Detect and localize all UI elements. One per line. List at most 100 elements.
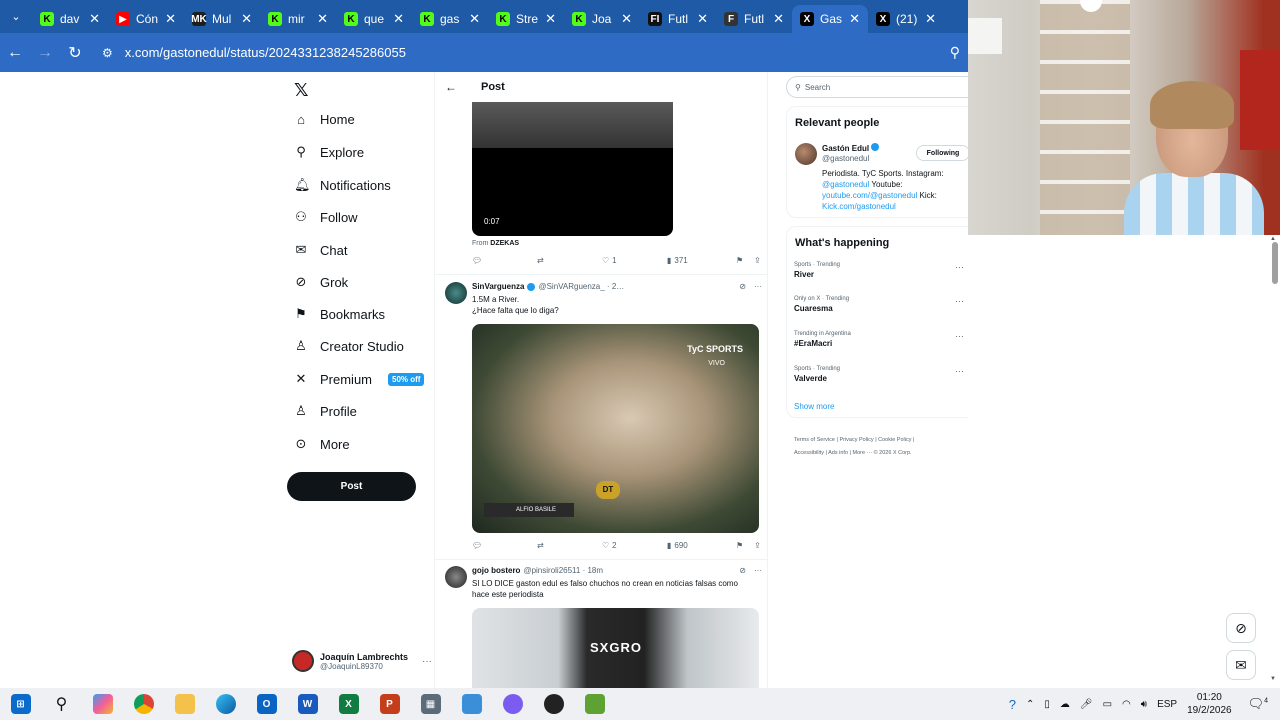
forward-arrow-icon[interactable]: →	[30, 44, 60, 62]
obs-icon[interactable]	[533, 688, 574, 720]
views-button[interactable]: ▮ 371	[667, 256, 736, 265]
tweet-image[interactable]: TyC SPORTS VIVO DT ALFIO BASILE	[472, 324, 759, 533]
nav-item-profile[interactable]: ♙ Profile	[294, 403, 357, 419]
avatar[interactable]	[795, 143, 817, 165]
wifi-icon[interactable]: ◠	[1122, 699, 1131, 710]
copilot-icon[interactable]	[82, 688, 123, 720]
browser-tab[interactable]: X (21) ✕	[868, 5, 944, 33]
photos-icon[interactable]	[451, 688, 492, 720]
file-explorer-icon[interactable]	[164, 688, 205, 720]
minecraft-icon[interactable]	[574, 688, 615, 720]
bookmark-icon[interactable]: ⚑	[736, 256, 754, 265]
scrollbar-thumb[interactable]	[1272, 242, 1278, 284]
trend-item[interactable]: Only on X · Trending Cuaresma ···	[794, 296, 964, 313]
search-input[interactable]: ⚲ Search	[786, 76, 968, 98]
close-icon[interactable]: ✕	[849, 11, 860, 27]
more-dots-icon[interactable]: ···	[955, 262, 964, 272]
more-dots-icon[interactable]: ···	[955, 296, 964, 306]
notification-icon[interactable]: 🗨︎4	[1248, 696, 1268, 712]
avatar[interactable]	[445, 282, 467, 304]
account-switcher[interactable]: Joaquín Lambrechts @JoaquinL89370 ···	[292, 650, 432, 672]
back-arrow-icon[interactable]: ←	[0, 44, 30, 62]
trend-item[interactable]: Sports · Trending Valverde ···	[794, 366, 964, 383]
trend-item[interactable]: Trending in Argentina #EraMacri ···	[794, 331, 964, 348]
nav-item-notifications[interactable]: 🔔︎ Notifications	[294, 177, 391, 193]
bio-link[interactable]: @gastonedul	[822, 180, 869, 189]
close-icon[interactable]: ✕	[393, 11, 404, 27]
person-name[interactable]: Gastón Edul	[822, 143, 880, 153]
nav-item-premium[interactable]: ✕ Premium 50% off	[294, 371, 425, 387]
person-handle[interactable]: @gastonedul	[822, 154, 869, 163]
share-icon[interactable]: ⇪	[754, 256, 761, 265]
like-button[interactable]: ♡ 2	[602, 541, 667, 550]
close-icon[interactable]: ✕	[925, 11, 936, 27]
following-button[interactable]: Following	[916, 145, 968, 161]
edge-icon[interactable]	[205, 688, 246, 720]
post-button[interactable]: Post	[287, 472, 416, 501]
discord-icon[interactable]	[492, 688, 533, 720]
excel-icon[interactable]: X	[328, 688, 369, 720]
avatar[interactable]	[445, 566, 467, 588]
reload-icon[interactable]: ↻	[60, 43, 90, 63]
calculator-icon[interactable]: ▦	[410, 688, 451, 720]
browser-tab[interactable]: X Gas ✕	[792, 5, 868, 33]
browser-tab[interactable]: K Stre ✕	[488, 5, 564, 33]
browser-tab[interactable]: F Futl ✕	[716, 5, 792, 33]
nav-item-explore[interactable]: ⚲ Explore	[294, 144, 364, 160]
outlook-icon[interactable]: O	[246, 688, 287, 720]
grok-float-button[interactable]: ⊘	[1226, 613, 1256, 643]
nav-item-home[interactable]: ⌂ Home	[294, 112, 355, 127]
reply-icon[interactable]: 💬︎	[472, 256, 537, 265]
browser-tab[interactable]: ▶ Cón ✕	[108, 5, 184, 33]
more-dots-icon[interactable]: ···	[754, 282, 762, 291]
nav-item-chat[interactable]: ✉ Chat	[294, 242, 348, 258]
grok-icon[interactable]: ⊘	[739, 566, 746, 575]
close-icon[interactable]: ✕	[545, 11, 556, 27]
show-more-link[interactable]: Show more	[794, 402, 834, 411]
retweet-icon[interactable]: ⇄	[537, 541, 602, 550]
zoom-icon[interactable]: ⚲	[950, 44, 960, 61]
site-info-icon[interactable]: ⚙	[102, 46, 113, 60]
bio-link[interactable]: youtube.com/@gastonedul	[822, 191, 917, 200]
more-dots-icon[interactable]: ···	[422, 656, 432, 667]
device-icon[interactable]: ▯	[1044, 699, 1050, 710]
language-indicator[interactable]: ESP	[1157, 699, 1177, 710]
close-icon[interactable]: ✕	[469, 11, 480, 27]
nav-item-more[interactable]: ⊙ More	[294, 436, 350, 452]
powerpoint-icon[interactable]: P	[369, 688, 410, 720]
bio-link[interactable]: Kick.com/gastonedul	[822, 202, 896, 211]
footer-line[interactable]: Terms of Service | Privacy Policy | Cook…	[794, 434, 964, 447]
close-icon[interactable]: ✕	[621, 11, 632, 27]
mic-icon[interactable]: 🎤︎	[1080, 699, 1093, 710]
bookmark-icon[interactable]: ⚑	[736, 541, 754, 550]
close-icon[interactable]: ✕	[773, 11, 784, 27]
like-button[interactable]: ♡ 1	[602, 256, 667, 265]
help-icon[interactable]: ?	[1009, 697, 1016, 712]
close-icon[interactable]: ✕	[241, 11, 252, 27]
word-icon[interactable]: W	[287, 688, 328, 720]
close-icon[interactable]: ✕	[317, 11, 328, 27]
retweet-icon[interactable]: ⇄	[537, 256, 602, 265]
tweet-image[interactable]: SXGRO	[472, 608, 759, 688]
search-icon[interactable]: ⚲	[41, 688, 82, 720]
footer-line[interactable]: Accessibility | Ads info | More ··· © 20…	[794, 447, 964, 460]
more-dots-icon[interactable]: ···	[754, 566, 762, 575]
nav-item-creator-studio[interactable]: ♙ Creator Studio	[294, 338, 404, 354]
back-arrow-icon[interactable]: ←	[445, 80, 457, 94]
url-text[interactable]: x.com/gastonedul/status/2024331238245286…	[125, 45, 406, 60]
x-logo-icon[interactable]: 𝕏	[294, 80, 309, 101]
grok-icon[interactable]: ⊘	[739, 282, 746, 291]
more-dots-icon[interactable]: ···	[955, 366, 964, 376]
tweet-author-handle[interactable]: @SinVARguenza_ · 2…	[538, 282, 624, 291]
tab-list-dropdown-icon[interactable]: ⌄	[0, 0, 32, 33]
views-button[interactable]: ▮ 690	[667, 541, 736, 550]
nav-item-grok[interactable]: ⊘ Grok	[294, 274, 349, 290]
chrome-icon[interactable]	[123, 688, 164, 720]
browser-tab[interactable]: MK Mul ✕	[184, 5, 260, 33]
tweet-author-handle[interactable]: @pinsiroli26511 · 18m	[523, 566, 603, 575]
close-icon[interactable]: ✕	[697, 11, 708, 27]
nav-item-follow[interactable]: ⚇ Follow	[294, 209, 357, 225]
close-icon[interactable]: ✕	[89, 11, 100, 27]
clock[interactable]: 01:20 19/2/2026	[1187, 691, 1232, 717]
tweet-author-name[interactable]: gojo bostero	[472, 566, 520, 575]
